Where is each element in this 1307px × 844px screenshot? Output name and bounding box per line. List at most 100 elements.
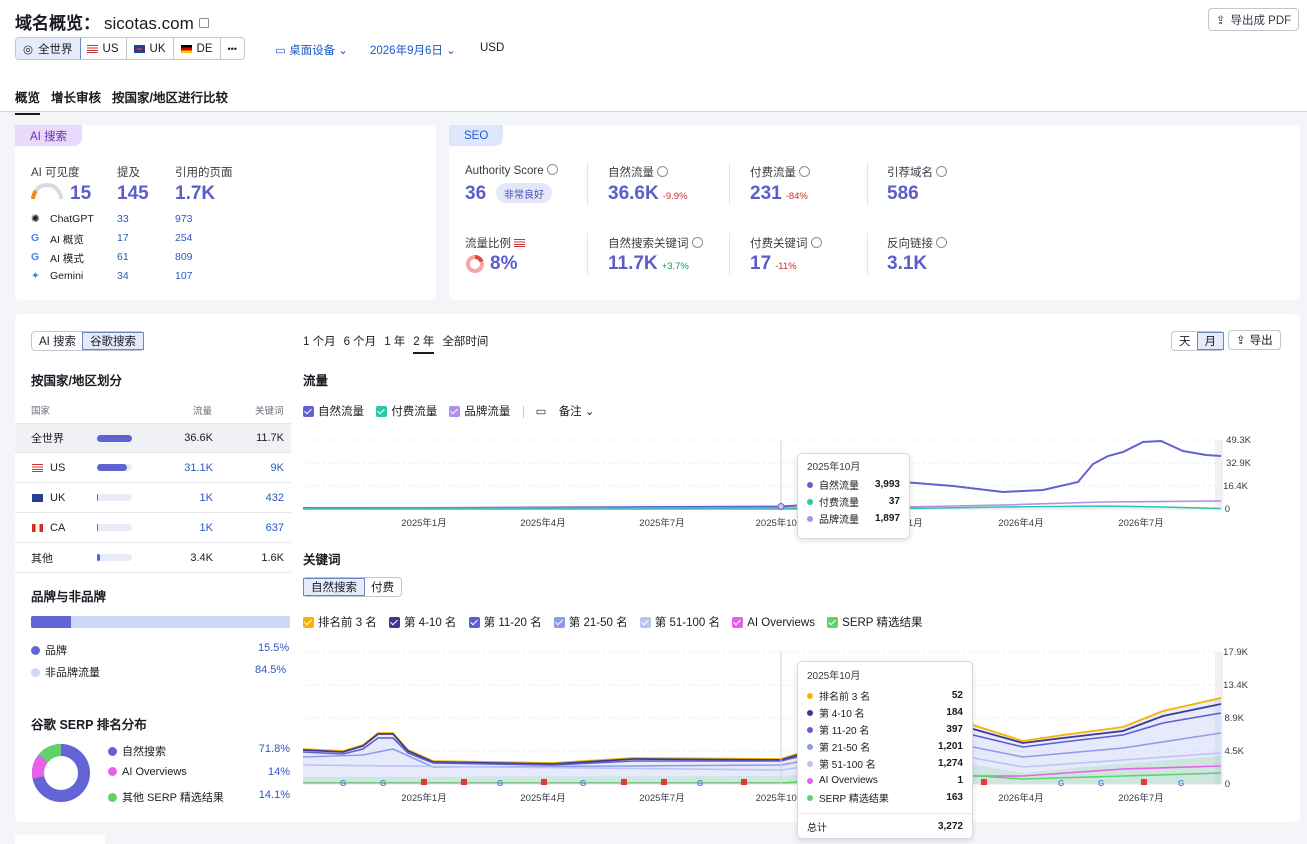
- traffic-share-bar: [97, 524, 132, 531]
- info-icon[interactable]: [936, 166, 947, 177]
- period-2y[interactable]: 2 年: [413, 336, 435, 354]
- legend-paid[interactable]: 付费流量: [376, 406, 437, 418]
- search-type-toggle: AI 搜索 谷歌搜索: [31, 331, 145, 351]
- info-icon[interactable]: [810, 237, 822, 248]
- export-button[interactable]: ⇪ 导出: [1228, 330, 1281, 350]
- legend-21-50[interactable]: 第 21-50 名: [553, 617, 628, 629]
- traffic-share-value[interactable]: 8%: [490, 253, 517, 275]
- granularity-day[interactable]: 天: [1172, 332, 1198, 350]
- legend-top3[interactable]: 排名前 3 名: [303, 617, 377, 629]
- flag-icon: [32, 463, 43, 472]
- legend-brand[interactable]: 品牌流量: [449, 406, 510, 418]
- ai-visibility-value[interactable]: 15: [70, 183, 91, 205]
- tab-compare-countries[interactable]: 按国家/地区进行比较: [112, 91, 228, 105]
- country-traffic[interactable]: 1K: [200, 522, 213, 534]
- period-1y[interactable]: 1 年: [384, 336, 405, 348]
- paid-traffic-label: 付费流量: [750, 164, 810, 180]
- legend-organic[interactable]: 自然流量: [303, 406, 364, 418]
- us-flag-icon: [86, 44, 98, 53]
- x-tick: 2025年7月: [639, 517, 684, 529]
- serp-legend-item: 自然搜索: [108, 743, 166, 759]
- x-tick: 2025年4月: [520, 792, 565, 804]
- more-regions-button[interactable]: •••: [221, 38, 244, 59]
- info-icon[interactable]: [691, 237, 703, 248]
- domain-name[interactable]: sicotas.com: [104, 14, 194, 33]
- country-keywords[interactable]: 432: [266, 492, 284, 504]
- country-row[interactable]: 其他 3.4K 1.6K: [15, 543, 291, 573]
- ref-domains-value[interactable]: 586: [887, 183, 919, 205]
- authority-score-value[interactable]: 36: [465, 183, 486, 205]
- legend-11-20[interactable]: 第 11-20 名: [468, 617, 542, 629]
- serp-pct: 14%: [267, 766, 290, 778]
- ai-search-card: AI 搜索 AI 可见度 15 提及 145 引用的页面 1.7K ✺ ChatG…: [15, 125, 436, 300]
- chevron-down-icon: ⌄: [584, 406, 595, 418]
- chatgpt-icon: ✺: [31, 213, 40, 225]
- external-link-icon[interactable]: [198, 18, 209, 28]
- toggle-organic[interactable]: 自然搜索: [303, 578, 365, 596]
- country-name: 全世界: [31, 433, 64, 445]
- country-keywords[interactable]: 9K: [271, 462, 284, 474]
- country-traffic: 36.6K: [184, 432, 213, 444]
- period-1m[interactable]: 1 个月: [303, 336, 336, 348]
- country-row[interactable]: CA 1K 637: [15, 513, 291, 543]
- legend-ai-overviews[interactable]: AI Overviews: [732, 617, 815, 629]
- period-all[interactable]: 全部时间: [442, 336, 488, 348]
- organic-traffic-label: 自然流量: [608, 164, 668, 180]
- ai-visibility-label: AI 可见度: [31, 167, 80, 179]
- region-us[interactable]: US: [80, 38, 127, 59]
- region-de[interactable]: DE: [174, 38, 221, 59]
- toggle-ai-search[interactable]: AI 搜索: [32, 332, 83, 350]
- info-icon[interactable]: [936, 237, 947, 248]
- traffic-y-axis: 49.3K 32.9K 16.4K 0: [1223, 435, 1251, 515]
- paid-keywords-value[interactable]: 17 -11%: [750, 253, 797, 275]
- page-title: 域名概览： sicotas.com: [15, 9, 209, 34]
- country-row[interactable]: US 31.1K 9K: [15, 453, 291, 483]
- y-tick: 0: [1225, 779, 1230, 790]
- chevron-down-icon: ⌄: [338, 45, 348, 57]
- toggle-paid[interactable]: 付费: [364, 578, 401, 596]
- export-pdf-button[interactable]: ⇪ 导出成 PDF: [1208, 8, 1299, 31]
- country-row[interactable]: 全世界 36.6K 11.7K: [15, 423, 291, 453]
- tab-bar: 概览 增长审核 按国家/地区进行比较: [15, 87, 239, 115]
- toggle-google-search[interactable]: 谷歌搜索: [82, 332, 145, 350]
- mentions-value[interactable]: 145: [117, 183, 149, 205]
- cited-pages-value[interactable]: 1.7K: [175, 183, 215, 205]
- paid-traffic-value[interactable]: 231 -84%: [750, 183, 808, 205]
- organic-traffic-value[interactable]: 36.6K -9.9%: [608, 183, 688, 205]
- y-tick: 4.5K: [1224, 746, 1244, 757]
- tab-growth-audit[interactable]: 增长审核: [51, 91, 101, 105]
- brand-title: 品牌与非品牌: [31, 590, 107, 604]
- keywords-legend: 排名前 3 名 第 4-10 名 第 11-20 名 第 21-50 名 第 5…: [303, 614, 931, 630]
- info-icon[interactable]: [546, 164, 558, 175]
- country-traffic[interactable]: 31.1K: [184, 462, 213, 474]
- backlinks-value[interactable]: 3.1K: [887, 253, 927, 275]
- info-icon[interactable]: [799, 166, 810, 177]
- legend-serp[interactable]: SERP 精选结果: [827, 617, 922, 629]
- tab-overview[interactable]: 概览: [15, 91, 41, 115]
- col-country: 国家: [31, 406, 51, 417]
- nonbrand-legend: 非品牌流量: [31, 664, 100, 680]
- period-6m[interactable]: 6 个月: [344, 336, 377, 348]
- gemini-icon: ✦: [31, 270, 40, 282]
- y-tick: 32.9K: [1226, 458, 1251, 469]
- tooltip-row: SERP 精选结果 163: [798, 789, 972, 806]
- country-name: 其他: [31, 552, 53, 565]
- region-uk[interactable]: UK: [127, 38, 174, 59]
- device-dropdown[interactable]: ▭ 桌面设备 ⌄: [275, 42, 348, 58]
- region-worldwide[interactable]: ◎ 全世界: [15, 38, 81, 59]
- notes-dropdown[interactable]: ▭ 备注 ⌄: [522, 406, 604, 418]
- date-dropdown[interactable]: 2026年9月6日 ⌄: [370, 42, 456, 58]
- svg-text:G: G: [1058, 779, 1064, 788]
- country-row[interactable]: UK 1K 432: [15, 483, 291, 513]
- country-name: CA: [50, 521, 66, 534]
- legend-51-100[interactable]: 第 51-100 名: [639, 617, 720, 629]
- legend-4-10[interactable]: 第 4-10 名: [389, 617, 456, 629]
- country-keywords[interactable]: 637: [266, 522, 284, 534]
- keywords-chart-title: 关键词: [303, 553, 341, 567]
- x-tick: 2025年7月: [639, 792, 684, 804]
- serp-pct: 71.8%: [258, 743, 290, 755]
- organic-keywords-value[interactable]: 11.7K +3.7%: [608, 253, 689, 275]
- country-traffic[interactable]: 1K: [200, 492, 213, 504]
- granularity-month[interactable]: 月: [1196, 332, 1224, 350]
- info-icon[interactable]: [657, 166, 668, 177]
